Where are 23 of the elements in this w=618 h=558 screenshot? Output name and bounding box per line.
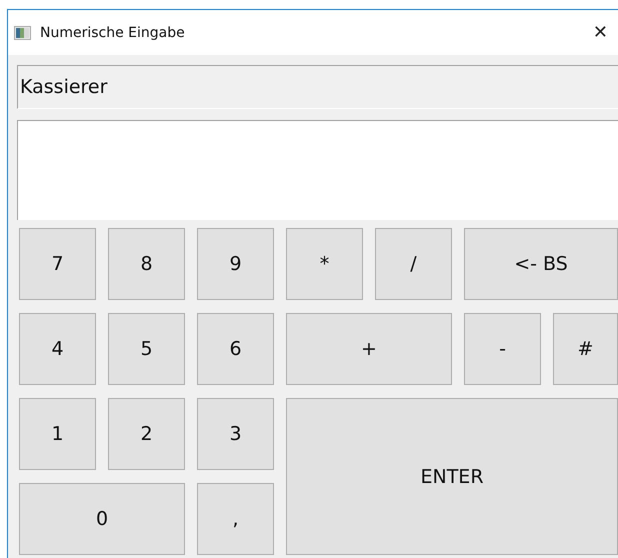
close-button[interactable]: ✕ [588,22,612,43]
keypad-key[interactable]: 1 [19,398,96,470]
keypad-key[interactable]: 3 [197,398,274,470]
keypad-key[interactable]: 8 [108,228,185,300]
keypad-key[interactable]: # [553,313,618,385]
app-icon [14,26,31,40]
keypad-key[interactable]: 7 [19,228,96,300]
keypad-key[interactable]: , [197,483,274,555]
keypad-key[interactable]: 5 [108,313,185,385]
keypad-key[interactable]: / [375,228,452,300]
keypad-key[interactable]: 0 [19,483,185,555]
window-title: Numerische Eingabe [40,24,185,40]
keypad-key[interactable]: ENTER [286,398,618,555]
keypad-key[interactable]: 6 [197,313,274,385]
keypad-key[interactable]: <- BS [464,228,618,300]
keypad-key[interactable]: 9 [197,228,274,300]
keypad-key[interactable]: 2 [108,398,185,470]
input-field[interactable] [17,120,618,220]
keypad-key[interactable]: + [286,313,452,385]
cashier-label: Kassierer [17,65,618,109]
keypad-key[interactable]: - [464,313,541,385]
keypad-key[interactable]: 4 [19,313,96,385]
keypad-key[interactable]: * [286,228,363,300]
